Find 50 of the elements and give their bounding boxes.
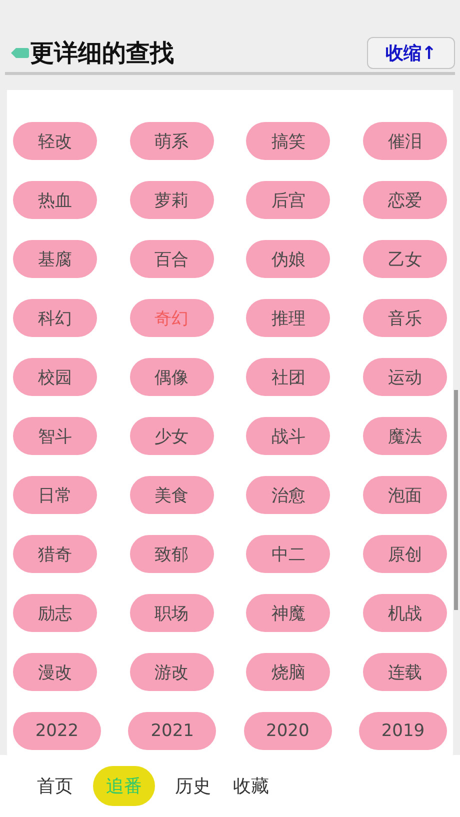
genre-tag[interactable]: 科幻 bbox=[13, 299, 97, 337]
genre-tag[interactable]: 泡面 bbox=[362, 476, 447, 514]
section-title: 更详细的查找 bbox=[30, 38, 174, 69]
nav-tab[interactable]: 收藏 bbox=[231, 766, 271, 806]
genre-tag[interactable]: 伪娘 bbox=[246, 240, 330, 278]
genre-tag[interactable]: 日常 bbox=[13, 476, 97, 514]
genre-tag[interactable]: 治愈 bbox=[246, 476, 330, 514]
genre-tag[interactable]: 智斗 bbox=[13, 417, 97, 455]
genre-tag[interactable]: 轻改 bbox=[13, 122, 97, 160]
genre-tag[interactable]: 游改 bbox=[130, 653, 214, 691]
genre-tag[interactable]: 原创 bbox=[362, 535, 447, 573]
scrollbar[interactable] bbox=[454, 390, 458, 610]
genre-tag[interactable]: 致郁 bbox=[130, 535, 214, 573]
genre-tag[interactable]: 催泪 bbox=[362, 122, 447, 160]
genre-tag[interactable]: 中二 bbox=[246, 535, 330, 573]
genre-tag[interactable]: 猎奇 bbox=[13, 535, 97, 573]
genre-tag[interactable]: 音乐 bbox=[362, 299, 447, 337]
genre-tag[interactable]: 萌系 bbox=[130, 122, 214, 160]
tag-icon bbox=[9, 46, 29, 60]
genre-tag[interactable]: 萝莉 bbox=[130, 181, 214, 219]
genre-tag[interactable]: 机战 bbox=[362, 594, 447, 632]
genre-tag[interactable]: 魔法 bbox=[362, 417, 447, 455]
genre-tag[interactable]: 2021 bbox=[128, 712, 216, 750]
genre-tag[interactable]: 推理 bbox=[246, 299, 330, 337]
genre-tag[interactable]: 烧脑 bbox=[246, 653, 330, 691]
genre-tag[interactable]: 2020 bbox=[244, 712, 332, 750]
nav-tab[interactable]: 首页 bbox=[35, 766, 75, 806]
genre-tag[interactable]: 2022 bbox=[13, 712, 101, 750]
genre-tag[interactable]: 后宫 bbox=[246, 181, 330, 219]
genre-tag[interactable]: 运动 bbox=[362, 358, 447, 396]
genre-tag[interactable]: 美食 bbox=[130, 476, 214, 514]
genre-tag[interactable]: 搞笑 bbox=[246, 122, 330, 160]
nav-tab[interactable]: 历史 bbox=[173, 766, 213, 806]
genre-tag[interactable]: 2019 bbox=[358, 712, 447, 750]
genre-tag[interactable]: 职场 bbox=[130, 594, 214, 632]
genre-tag[interactable]: 基腐 bbox=[13, 240, 97, 278]
genre-tag[interactable]: 漫改 bbox=[13, 653, 97, 691]
genre-tag[interactable]: 百合 bbox=[130, 240, 214, 278]
genre-tag[interactable]: 校园 bbox=[13, 358, 97, 396]
genre-tag[interactable]: 社团 bbox=[246, 358, 330, 396]
genre-tag[interactable]: 热血 bbox=[13, 181, 97, 219]
genre-tag[interactable]: 偶像 bbox=[130, 358, 214, 396]
genre-tag[interactable]: 神魔 bbox=[246, 594, 330, 632]
genre-tag[interactable]: 连载 bbox=[362, 653, 447, 691]
genre-tag[interactable]: 励志 bbox=[13, 594, 97, 632]
genre-tag[interactable]: 乙女 bbox=[362, 240, 447, 278]
genre-tag[interactable]: 恋爱 bbox=[362, 181, 447, 219]
genre-tag[interactable]: 少女 bbox=[130, 417, 214, 455]
genre-tag[interactable]: 战斗 bbox=[246, 417, 330, 455]
collapse-button[interactable]: 收缩↑ bbox=[367, 37, 455, 69]
